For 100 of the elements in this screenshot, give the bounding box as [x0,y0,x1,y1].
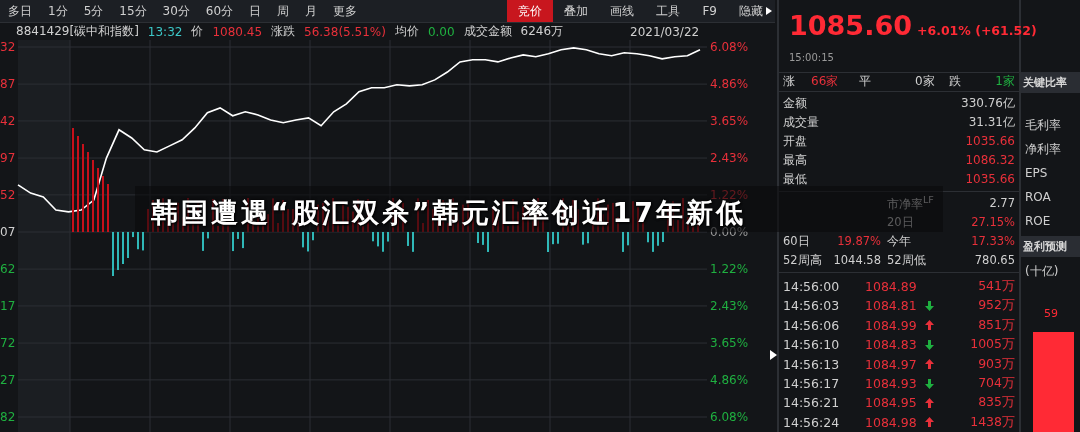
axis-label: 42 [0,114,16,128]
axis-label: 0.00% [710,225,749,239]
period-tab[interactable]: 多日 [0,0,40,22]
toolbar-tab[interactable]: 工具 [645,0,692,22]
ratio-label: 52周低 [887,252,927,268]
axis-label: 2.43% [710,298,749,313]
ratio-label: 20日 [887,214,915,230]
stat-label: 开盘 [783,132,807,150]
breadth-count: 1家 [994,73,1015,91]
info-text: 价 [191,23,204,40]
bar-value: 59 [1044,307,1058,320]
tick-volume: 851万 [977,316,1015,334]
ratio-name: ROA [1025,189,1052,206]
period-tab[interactable]: 日 [241,0,270,22]
tick-volume: 1438万 [969,413,1015,431]
tick-time: 14:56:13 [783,356,841,372]
info-text: 涨跌 [271,23,296,40]
tick-volume: 835万 [977,394,1015,412]
ratio-value: 17.33% [970,234,1015,249]
info-text: 均价 [394,23,419,40]
axis-label: 62 [0,262,16,276]
period-tab[interactable]: 15分 [111,0,155,22]
info-text: 6246万 [520,23,564,40]
period-tab[interactable]: 月 [297,0,326,22]
stat-label: 最高 [783,151,807,169]
axis-label: 2.43% [710,151,749,166]
date-text: 2021/03/22 [630,24,700,39]
toolbar-tab[interactable]: 隐藏 [728,0,774,22]
axis-label: 1.22% [710,262,749,277]
tick-price: 1084.93 [865,376,918,391]
ratio-label: 60日 [783,233,811,249]
axis-label: 07 [0,225,16,239]
tick-volume: 541万 [977,278,1015,296]
tick-volume: 903万 [977,355,1015,373]
period-tab[interactable]: 更多 [325,0,366,22]
ratio-value: 780.65 [973,253,1015,268]
tick-price: 1084.97 [865,356,918,372]
change-text: +6.01% (+61.52) [917,23,1037,38]
tick-time: 14:56:10 [783,337,841,353]
axis-label: 3.65% [710,113,749,128]
ratio-name: 净利率 [1025,141,1062,158]
breadth-label: 涨 [783,73,796,91]
ratio-label: 52周高 [783,252,823,268]
tick-price: 1084.83 [865,337,918,353]
toolbar-tab[interactable]: 画线 [599,0,646,22]
tick-price: 1084.95 [865,395,918,411]
axis-label: 4.86% [710,77,749,92]
info-text: 成交金额 [463,23,512,40]
tick-volume: 704万 [977,375,1015,392]
tick-time: 14:56:00 [783,279,841,295]
toolbar-tab[interactable]: 竞价 [507,0,554,22]
tick-price: 1084.98 [865,414,918,430]
ratio-name: 毛利率 [1025,117,1062,134]
section-header: 盈利预测 [1021,236,1080,257]
axis-label: 6.08% [710,410,749,424]
stat-value: 1035.66 [965,134,1015,149]
breadth-count: 0家 [915,73,936,91]
stat-value: 1086.32 [965,153,1015,168]
tick-price: 1084.89 [865,279,918,295]
info-text: 56.38(5.51%) [304,24,386,39]
tick-time: 14:56:06 [783,317,841,333]
ratio-name: ROE [1025,213,1052,230]
stat-label: 最低 [783,170,807,188]
axis-label: 72 [0,336,16,350]
time-text: 15:00:15 [789,52,835,63]
axis-label: 52 [0,188,16,202]
period-tab[interactable]: 1分 [40,0,76,22]
ratio-value: 27.15% [970,215,1015,230]
stat-value: 330.76亿 [961,94,1015,112]
expand-arrow-icon[interactable] [766,7,772,15]
tick-time: 14:56:21 [783,395,841,411]
axis-label: 3.65% [710,336,749,351]
axis-label: 4.86% [710,372,749,387]
stat-label: 成交量 [783,113,819,131]
breadth-count: 66家 [811,73,840,91]
unit-label: (十亿) [1024,263,1060,280]
breadth-label: 平 [859,73,872,91]
ratio-name: EPS [1025,165,1049,182]
axis-label: 87 [0,77,16,91]
expand-arrow-icon[interactable] [770,350,777,360]
info-text: 13:32 [147,24,183,39]
section-header: 关键比率 [1021,72,1080,93]
tick-volume: 952万 [977,297,1015,315]
period-tab[interactable]: 5分 [75,0,112,22]
headline-text: 韩国遭遇“股汇双杀”韩元汇率创近17年新低 [151,200,747,225]
toolbar-tab[interactable]: 叠加 [553,0,600,22]
ratio-label: 今年 [887,233,912,249]
period-tab[interactable]: 周 [269,0,298,22]
price-text: 1085.60 [789,9,912,43]
period-tab[interactable]: 30分 [154,0,198,22]
axis-label: 97 [0,151,16,165]
stat-label: 金额 [783,94,807,112]
info-text: 0.00 [427,24,455,39]
toolbar-tab[interactable]: F9 [691,0,728,22]
period-tab[interactable]: 60分 [197,0,242,22]
info-text: 8841429[碳中和指数] [16,23,139,40]
ratio-value: 2.77 [988,196,1015,211]
tick-volume: 1005万 [969,336,1015,354]
stat-value: 1035.66 [965,172,1015,187]
axis-label: 82 [0,410,16,424]
